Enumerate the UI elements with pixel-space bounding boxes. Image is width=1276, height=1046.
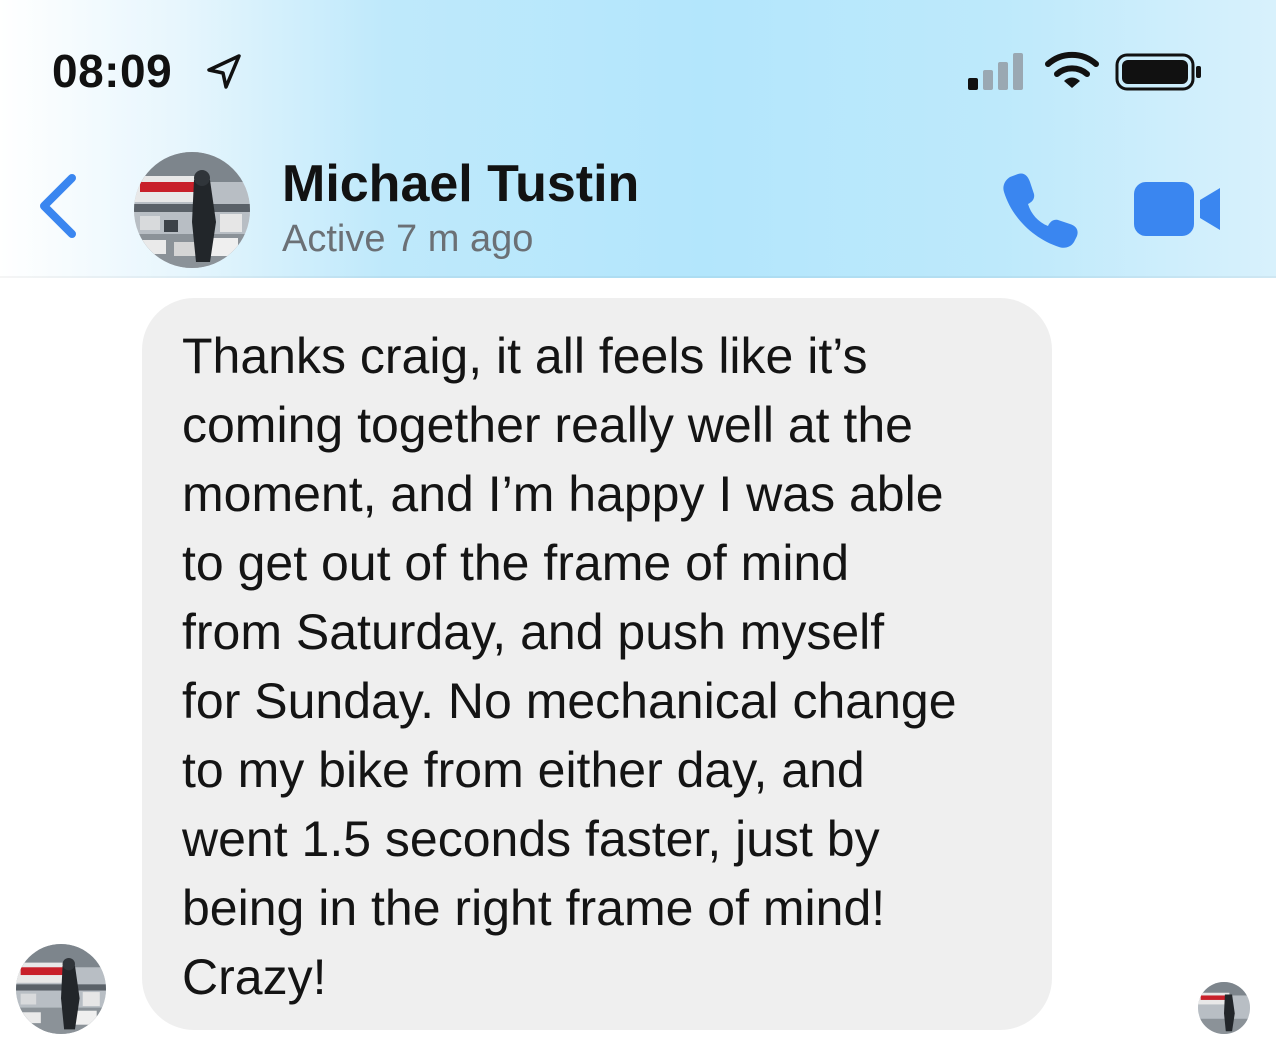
message-text-line: for Sunday. No mechanical change [182, 673, 957, 729]
sender-avatar[interactable] [16, 944, 106, 1034]
read-receipt-photo [1198, 982, 1250, 1034]
battery-icon [1115, 53, 1201, 91]
sender-avatar-photo [16, 944, 106, 1034]
phone-call-button[interactable] [998, 168, 1082, 252]
message-text-line: being in the right frame of mind! [182, 880, 886, 936]
contact-name[interactable]: Michael Tustin [282, 154, 639, 214]
video-call-button[interactable] [1130, 176, 1226, 242]
conversation-header: 08:09 Michael Tustin Active 7 m ago [0, 0, 1276, 278]
messenger-screen: 08:09 Michael Tustin Active 7 m ago Than… [0, 0, 1276, 1046]
wifi-icon [1045, 51, 1099, 88]
message-text-line: went 1.5 seconds faster, just by [182, 811, 880, 867]
message-text-line: moment, and I’m happy I was able [182, 466, 944, 522]
message-text-line: Thanks craig, it all feels like it’s [182, 328, 868, 384]
message-text-line: Crazy! [182, 949, 327, 1005]
contact-avatar[interactable] [134, 152, 250, 268]
location-arrow-icon [207, 54, 241, 89]
message-text-line: from Saturday, and push myself [182, 604, 885, 660]
contact-active-status: Active 7 m ago [282, 218, 534, 260]
status-time: 08:09 [52, 45, 173, 97]
message-bubble[interactable]: Thanks craig, it all feels like it’s com… [142, 298, 1052, 1030]
cellular-signal-icon [968, 53, 1023, 90]
message-text-line: to my bike from either day, and [182, 742, 865, 798]
message-text-line: coming together really well at the [182, 397, 913, 453]
back-button[interactable] [30, 168, 84, 244]
avatar-photo [134, 152, 250, 268]
read-receipt-avatar [1198, 982, 1250, 1034]
message-text-line: to get out of the frame of mind [182, 535, 850, 591]
